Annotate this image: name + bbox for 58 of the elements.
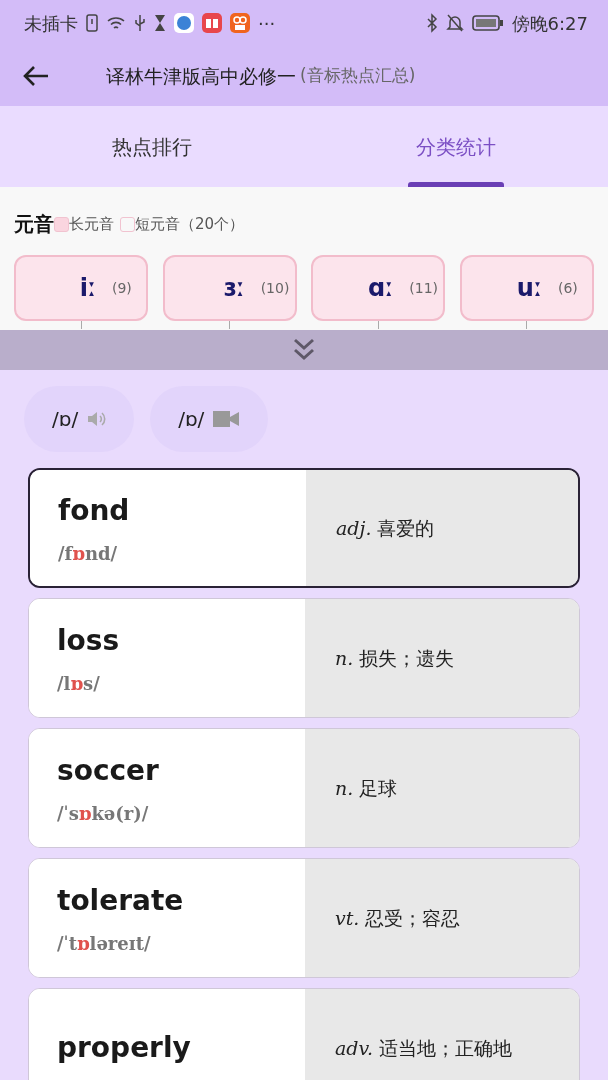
word-meaning: vt. 忍受；容忍 xyxy=(335,905,461,931)
bluetooth-icon xyxy=(425,13,438,33)
tab[interactable]: 热点排行 xyxy=(0,106,304,187)
video-camera-icon xyxy=(212,409,241,429)
phonetic-text: /lɒs/ xyxy=(57,671,101,696)
phoneme-count: (10) xyxy=(260,278,290,298)
usb-icon xyxy=(134,14,146,32)
legend-checkbox[interactable] xyxy=(120,216,135,232)
phoneme-count: (6) xyxy=(557,278,578,298)
legend-label: 长元音 xyxy=(69,213,114,235)
phoneme-symbol: ɜː xyxy=(222,273,245,304)
word-card[interactable]: fond /fɒnd/ adj. 喜爱的 xyxy=(28,468,580,588)
word-card[interactable]: tolerate /ˈtɒləreɪt/ vt. 忍受；容忍 xyxy=(28,858,580,978)
page-subtitle: (音标热点汇总) xyxy=(300,64,416,88)
phoneme-symbol: ɑː xyxy=(367,273,394,304)
page-title: 译林牛津版高中必修一 xyxy=(106,63,296,89)
word-meaning: n. 损失；遗失 xyxy=(335,645,455,671)
battery-icon xyxy=(471,14,504,32)
phonetic-text: /fɒnd/ xyxy=(58,541,119,566)
word-meaning: n. 足球 xyxy=(335,775,398,801)
speaker-icon xyxy=(86,410,107,428)
expand-button[interactable] xyxy=(0,330,608,370)
legend-checkbox[interactable] xyxy=(54,216,69,232)
tab[interactable]: 分类统计 xyxy=(304,106,608,187)
phoneme-chip[interactable]: ɜː (10) xyxy=(162,255,297,321)
word-card[interactable]: properly adv. 适当地；正确地 xyxy=(28,988,580,1080)
vowel-count: （20个） xyxy=(180,213,245,235)
word-meaning: adj. 喜爱的 xyxy=(336,515,435,541)
word-card[interactable]: soccer /ˈsɒkə(r)/ n. 足球 xyxy=(28,728,580,848)
english-word: loss xyxy=(57,622,121,659)
phoneme-symbol: uː xyxy=(515,273,542,304)
english-word: tolerate xyxy=(57,882,185,919)
sim-icon xyxy=(86,14,98,32)
legend-label: 短元音 xyxy=(135,213,180,235)
phoneme-chip[interactable]: ɑː (11) xyxy=(311,255,446,321)
video-app-icon xyxy=(230,13,250,33)
double-chevron-icon xyxy=(293,338,315,362)
category-title: 元音 xyxy=(14,211,54,238)
phoneme-count: (9) xyxy=(112,278,132,298)
time-text: 傍晚6:27 xyxy=(511,11,588,36)
carrier-text: 未插卡 xyxy=(24,11,78,36)
phonetic-text: /ˈtɒləreɪt/ xyxy=(57,931,152,956)
hourglass-icon xyxy=(154,14,166,32)
more-notifications-text: ··· xyxy=(258,11,276,36)
wifi-icon xyxy=(106,15,126,31)
english-word: fond xyxy=(58,492,131,529)
phoneme-symbol: iː xyxy=(78,273,96,304)
phoneme-count: (11) xyxy=(409,278,439,298)
phonetic-text: /ˈsɒkə(r)/ xyxy=(57,801,150,826)
phoneme-chip[interactable]: iː (9) xyxy=(14,255,148,321)
english-word: properly xyxy=(57,1030,192,1066)
media-button[interactable]: /ɒ/ xyxy=(24,386,135,452)
word-meaning: adv. 适当地；正确地 xyxy=(335,1035,513,1061)
media-button[interactable]: /ɒ/ xyxy=(150,386,269,452)
word-card[interactable]: loss /lɒs/ n. 损失；遗失 xyxy=(28,598,580,718)
english-word: soccer xyxy=(57,752,160,789)
muted-bell-icon xyxy=(445,13,464,33)
phoneme-chip[interactable]: uː (6) xyxy=(459,255,594,321)
